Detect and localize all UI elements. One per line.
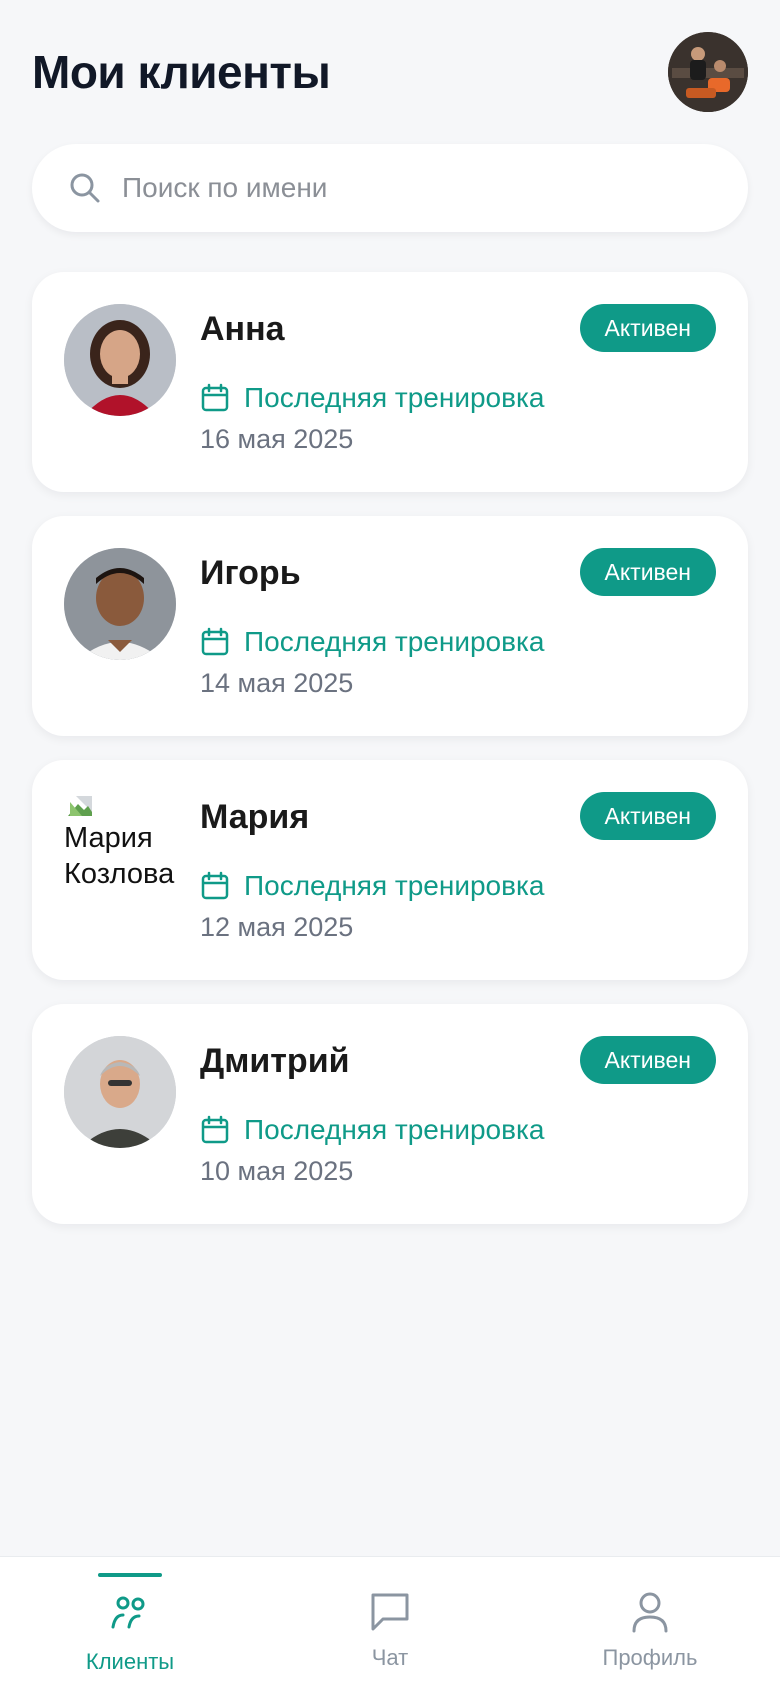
status-badge: Активен <box>579 304 716 352</box>
header: Мои клиенты <box>32 30 748 114</box>
users-icon <box>111 1596 145 1629</box>
client-card[interactable]: Дмитрий Активен Последняя тренировка 10 … <box>32 1004 748 1224</box>
client-list: Анна Активен Последняя тренировка 16 мая… <box>32 272 748 1248</box>
search-input[interactable] <box>122 172 682 204</box>
client-name: Дмитрий <box>200 1042 350 1080</box>
avatar-alt-text: Мария Козлова <box>64 822 175 890</box>
nav-item-chat[interactable]: Чат <box>260 1557 520 1688</box>
client-avatar-broken: Мария Козлова <box>64 792 176 904</box>
last-training: Последняя тренировка <box>200 870 544 902</box>
last-training-label: Последняя тренировка <box>244 1114 545 1145</box>
last-training-label: Последняя тренировка <box>244 626 545 657</box>
nav-active-indicator <box>98 1573 162 1577</box>
calendar-icon <box>201 871 229 900</box>
last-training: Последняя тренировка <box>200 1114 544 1146</box>
client-card[interactable]: Игорь Активен Последняя тренировка 14 ма… <box>32 516 748 736</box>
bottom-nav: Клиенты Чат Профиль <box>0 1556 780 1688</box>
client-card[interactable]: Анна Активен Последняя тренировка 16 мая… <box>32 272 748 492</box>
client-name: Анна <box>200 310 285 348</box>
calendar-icon <box>201 627 229 656</box>
client-name: Мария <box>200 798 310 836</box>
broken-image-icon <box>68 796 92 816</box>
client-card[interactable]: Мария Козлова Мария Активен Последняя тр… <box>32 760 748 980</box>
user-icon <box>632 1592 668 1633</box>
status-badge: Активен <box>579 548 716 596</box>
training-date: 10 мая 2025 <box>200 1156 354 1186</box>
nav-label-clients: Клиенты <box>85 1649 175 1674</box>
status-badge: Активен <box>579 792 716 840</box>
chat-icon <box>371 1593 409 1631</box>
client-avatar <box>64 1036 176 1148</box>
training-date: 14 мая 2025 <box>200 668 354 698</box>
client-name: Игорь <box>200 554 301 592</box>
client-avatar <box>64 548 176 660</box>
nav-label-profile: Профиль <box>602 1645 698 1670</box>
page-title: Мои клиенты <box>32 46 331 98</box>
status-badge: Активен <box>579 1036 716 1084</box>
search-bar[interactable] <box>32 144 748 232</box>
nav-item-profile[interactable]: Профиль <box>520 1557 780 1688</box>
clients-screen: Мои клиенты Поиск по имени Анна Активен … <box>0 0 780 1688</box>
client-avatar <box>64 304 176 416</box>
calendar-icon <box>201 1115 229 1144</box>
profile-avatar[interactable] <box>668 32 748 112</box>
last-training-label: Последняя тренировка <box>244 382 545 413</box>
training-date: 16 мая 2025 <box>200 424 354 454</box>
nav-label-chat: Чат <box>371 1645 409 1670</box>
calendar-icon <box>201 383 229 412</box>
last-training: Последняя тренировка <box>200 382 544 414</box>
last-training: Последняя тренировка <box>200 626 544 658</box>
nav-item-clients[interactable]: Клиенты <box>0 1557 260 1688</box>
last-training-label: Последняя тренировка <box>244 870 545 901</box>
training-date: 12 мая 2025 <box>200 912 354 942</box>
search-icon <box>70 173 100 203</box>
